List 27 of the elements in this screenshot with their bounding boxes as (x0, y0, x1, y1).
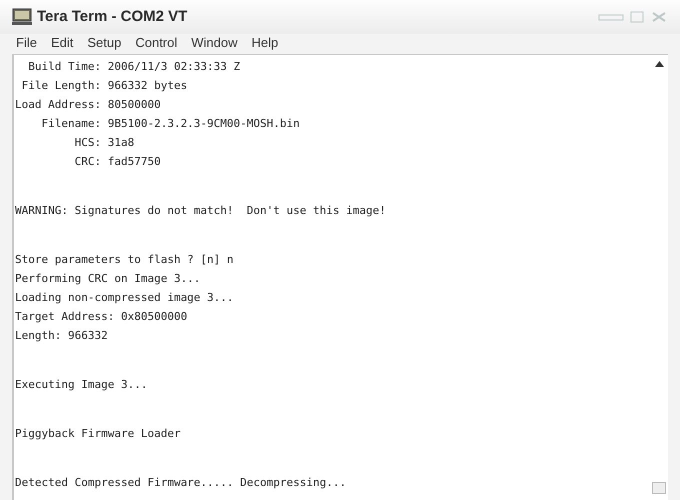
terminal-line: Loading non-compressed image 3... (15, 290, 235, 306)
terminal-line: Length: 966332 (15, 328, 109, 344)
terminal-line: Load Address: 80500000 (15, 97, 162, 113)
terminal-line: Target Address: 0x80500000 (15, 309, 188, 325)
terminal-line: Filename: 9B5100-2.3.2.3-9CM00-MOSH.bin (40, 116, 301, 132)
maximize-icon[interactable] (630, 11, 644, 23)
close-icon[interactable] (650, 11, 668, 23)
terminal-line: File Length: 966332 bytes (20, 78, 188, 94)
window-title: Tera Term - COM2 VT (37, 6, 188, 27)
scroll-thumb-icon[interactable] (652, 482, 666, 494)
menu-item[interactable]: Help (252, 33, 278, 53)
terminal-line: Detected Compressed Firmware..... Decompressing... (15, 475, 348, 491)
terminal-line: HCS: 31a8 (74, 135, 136, 151)
menu-item[interactable]: Control (135, 33, 178, 53)
terminal-line: CRC: fad57750 (74, 154, 162, 170)
terminal-line: Performing CRC on Image 3... (15, 271, 202, 287)
menu-item[interactable]: Window (191, 33, 238, 53)
terminal-line: Store parameters to flash ? [n] n (15, 252, 235, 268)
menu-item[interactable]: Edit (50, 33, 74, 53)
terminal-icon (12, 8, 32, 26)
menu-item[interactable]: File (16, 33, 37, 53)
terminal-line: Build Time: 2006/11/3 02:33:33 Z (27, 59, 242, 75)
terminal-line: Executing Image 3... (15, 377, 148, 393)
scroll-up-icon[interactable] (654, 61, 664, 67)
terminal-line: Piggyback Firmware Loader (15, 426, 182, 442)
menu-item[interactable]: Setup (87, 33, 122, 53)
terminal-line: WARNING: Signatures do not match! Don't use this image! (15, 203, 387, 219)
